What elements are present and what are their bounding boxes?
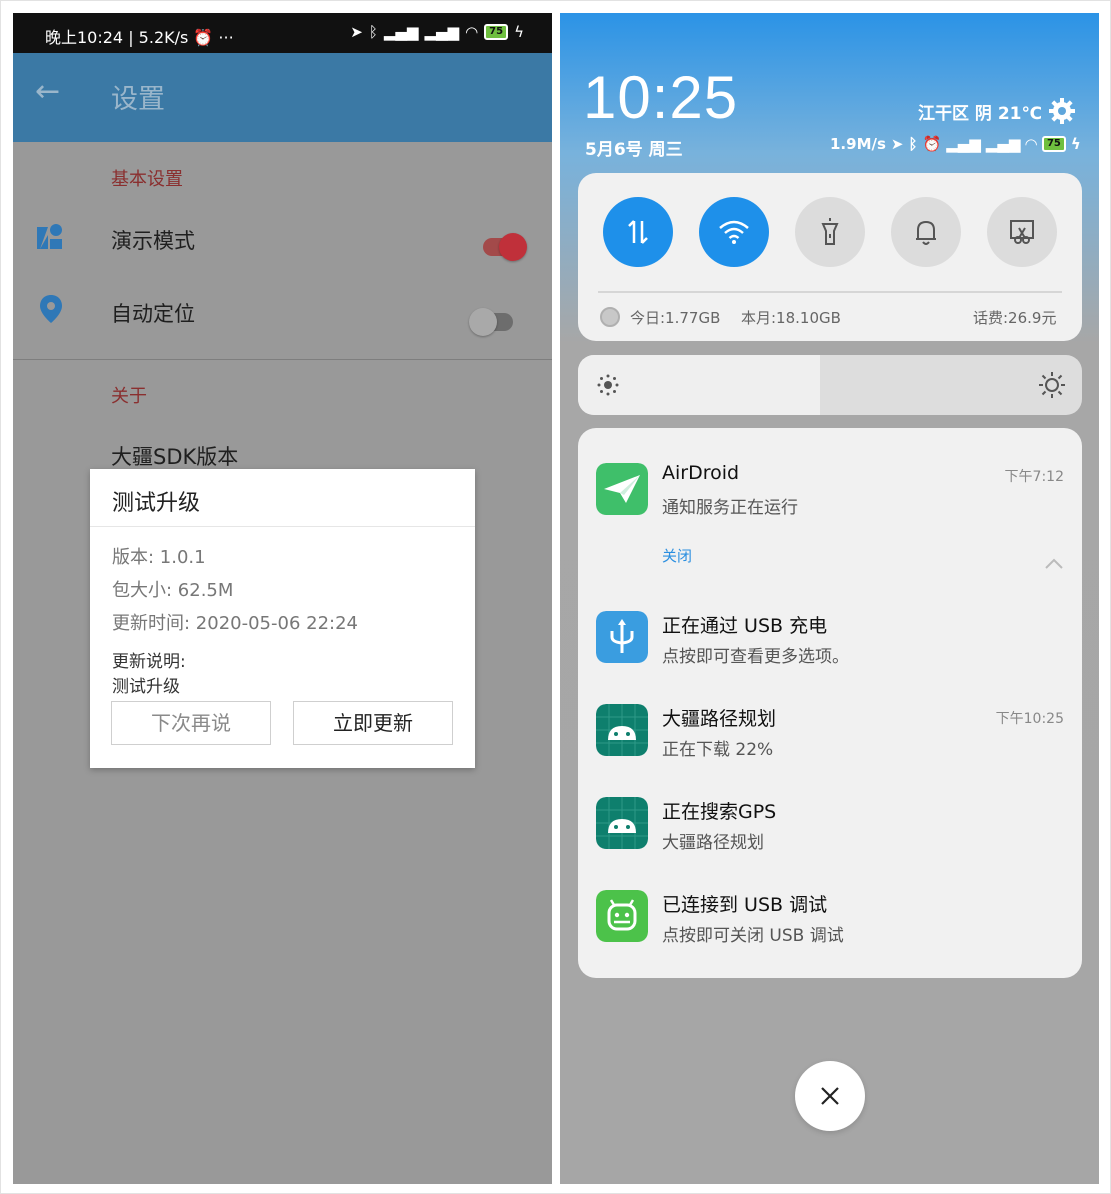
screenshot-toggle[interactable] xyxy=(987,197,1057,267)
wifi-toggle[interactable] xyxy=(699,197,769,267)
quick-settings-panel: 今日:1.77GB 本月:18.10GB 话费:26.9元 xyxy=(578,173,1082,341)
data-usage-icon xyxy=(600,307,620,327)
demo-mode-icon xyxy=(37,224,62,249)
demo-mode-label: 演示模式 xyxy=(111,229,195,253)
location-pin-icon xyxy=(40,295,62,323)
quick-settings-divider xyxy=(598,291,1062,293)
notification-text: 点按即可查看更多选项。 xyxy=(662,647,849,667)
notification-close-action[interactable]: 关闭 xyxy=(662,545,692,566)
alarm-icon: ⏰ xyxy=(922,135,942,153)
brightness-low-icon xyxy=(597,374,619,396)
mobile-data-toggle[interactable] xyxy=(603,197,673,267)
update-now-button[interactable]: 立即更新 xyxy=(293,701,453,745)
chevron-up-icon[interactable] xyxy=(1044,556,1064,570)
battery-icon: 75 xyxy=(1041,136,1066,152)
left-phone-screen: 晚上10:24 | 5.2K/s ⏰ ··· ➤ ᛒ ▂▄▆ ▂▄▆ ◠ 75 … xyxy=(13,13,552,1184)
demo-mode-toggle[interactable] xyxy=(483,233,527,261)
usb-icon xyxy=(596,611,648,663)
bluetooth-icon: ᛒ xyxy=(908,135,918,153)
notification-time: 下午10:25 xyxy=(995,711,1064,727)
notification-text: 通知服务正在运行 xyxy=(662,498,798,518)
weather-text: 江干区 阴 21℃ xyxy=(918,104,1043,124)
wifi-icon xyxy=(719,220,749,244)
notification-panel: AirDroid 通知服务正在运行 下午7:12 关闭 正在通过 USB 充电 … xyxy=(578,428,1082,978)
close-icon xyxy=(821,1087,839,1105)
data-transfer-icon xyxy=(628,220,648,244)
signal-icon: ▂▄▆ xyxy=(383,23,419,41)
network-speed: 1.9M/s xyxy=(830,135,886,153)
clock-date: 5月6号 周三 xyxy=(585,140,683,160)
screenshot-frame: 晚上10:24 | 5.2K/s ⏰ ··· ➤ ᛒ ▂▄▆ ▂▄▆ ◠ 75 … xyxy=(0,0,1111,1194)
data-usage-today: 今日:1.77GB xyxy=(630,309,721,327)
clear-notifications-button[interactable] xyxy=(795,1061,865,1131)
dialog-divider xyxy=(90,526,475,527)
auto-locate-label: 自动定位 xyxy=(111,302,195,326)
flashlight-icon xyxy=(821,218,839,245)
dialog-title: 测试升级 xyxy=(112,491,201,516)
gear-icon[interactable] xyxy=(1048,97,1076,125)
battery-icon: 75 xyxy=(484,24,509,40)
divider xyxy=(13,359,552,360)
dialog-update-time: 更新时间: 2020-05-06 22:24 xyxy=(112,613,358,634)
signal-icon: ▂▄▆ xyxy=(946,135,981,153)
dialog-version: 版本: 1.0.1 xyxy=(112,547,206,568)
notification-text: 大疆路径规划 xyxy=(662,833,764,853)
bell-icon xyxy=(916,220,936,245)
android-debug-icon xyxy=(596,890,648,942)
data-usage-month: 本月:18.10GB xyxy=(741,309,841,327)
airdroid-icon xyxy=(596,463,648,515)
dialog-notes: 测试升级 xyxy=(112,677,180,697)
notification-time: 下午7:12 xyxy=(1004,469,1064,485)
dialog-package-size: 包大小: 62.5M xyxy=(112,580,234,601)
notification-title: 大疆路径规划 xyxy=(662,708,777,730)
brightness-high-icon xyxy=(1039,372,1065,398)
toggle-knob xyxy=(499,233,527,261)
notification-title: 已连接到 USB 调试 xyxy=(662,894,828,916)
toggle-knob xyxy=(469,308,497,336)
status-icons: ➤ ᛒ ▂▄▆ ▂▄▆ ◠ 75 ϟ xyxy=(350,23,524,41)
flashlight-toggle[interactable] xyxy=(795,197,865,267)
screenshot-icon xyxy=(1010,220,1034,244)
dialog-notes-label: 更新说明: xyxy=(112,652,186,672)
section-header-about: 关于 xyxy=(111,386,147,407)
status-bar: 晚上10:24 | 5.2K/s ⏰ ··· ➤ ᛒ ▂▄▆ ▂▄▆ ◠ 75 … xyxy=(13,13,552,53)
status-icons: 1.9M/s ➤ ᛒ ⏰ ▂▄▆ ▂▄▆ ◠ 75 ϟ xyxy=(830,135,1081,153)
signal-hd-icon: ▂▄▆ xyxy=(424,23,460,41)
section-header-basic: 基本设置 xyxy=(111,169,183,190)
silent-toggle[interactable] xyxy=(891,197,961,267)
charging-icon: ϟ xyxy=(514,23,524,41)
wifi-icon: ◠ xyxy=(465,23,479,41)
notification-title: 正在搜索GPS xyxy=(662,801,777,823)
right-phone-screen: 10:25 5月6号 周三 江干区 阴 21℃ 1.9M/s ➤ ᛒ ⏰ ▂▄▆… xyxy=(560,13,1099,1184)
status-bar-text: 晚上10:24 | 5.2K/s ⏰ ··· xyxy=(45,28,234,47)
location-icon: ➤ xyxy=(350,23,363,41)
back-arrow-icon[interactable]: ← xyxy=(35,75,69,109)
clock-time: 10:25 xyxy=(583,64,739,131)
notification-title: AirDroid xyxy=(662,462,740,484)
android-app-icon xyxy=(596,704,648,756)
notification-title: 正在通过 USB 充电 xyxy=(662,615,828,637)
wifi-icon: ◠ xyxy=(1025,135,1037,153)
sdk-version-label[interactable]: 大疆SDK版本 xyxy=(111,441,238,471)
location-icon: ➤ xyxy=(890,135,904,153)
phone-balance: 话费:26.9元 xyxy=(973,309,1057,327)
auto-locate-toggle[interactable] xyxy=(469,308,513,336)
app-bar: ← 设置 xyxy=(13,53,552,142)
brightness-slider[interactable] xyxy=(578,355,1082,415)
signal-hd-icon: ▂▄▆ xyxy=(985,135,1021,153)
notification-text: 正在下载 22% xyxy=(662,740,774,760)
page-title: 设置 xyxy=(111,84,165,115)
later-button[interactable]: 下次再说 xyxy=(111,701,271,745)
android-app-icon xyxy=(596,797,648,849)
notification-text: 点按即可关闭 USB 调试 xyxy=(662,926,844,946)
bluetooth-icon: ᛒ xyxy=(368,23,378,41)
charging-icon: ϟ xyxy=(1070,135,1081,153)
update-dialog: 测试升级 版本: 1.0.1 包大小: 62.5M 更新时间: 2020-05-… xyxy=(90,469,475,768)
